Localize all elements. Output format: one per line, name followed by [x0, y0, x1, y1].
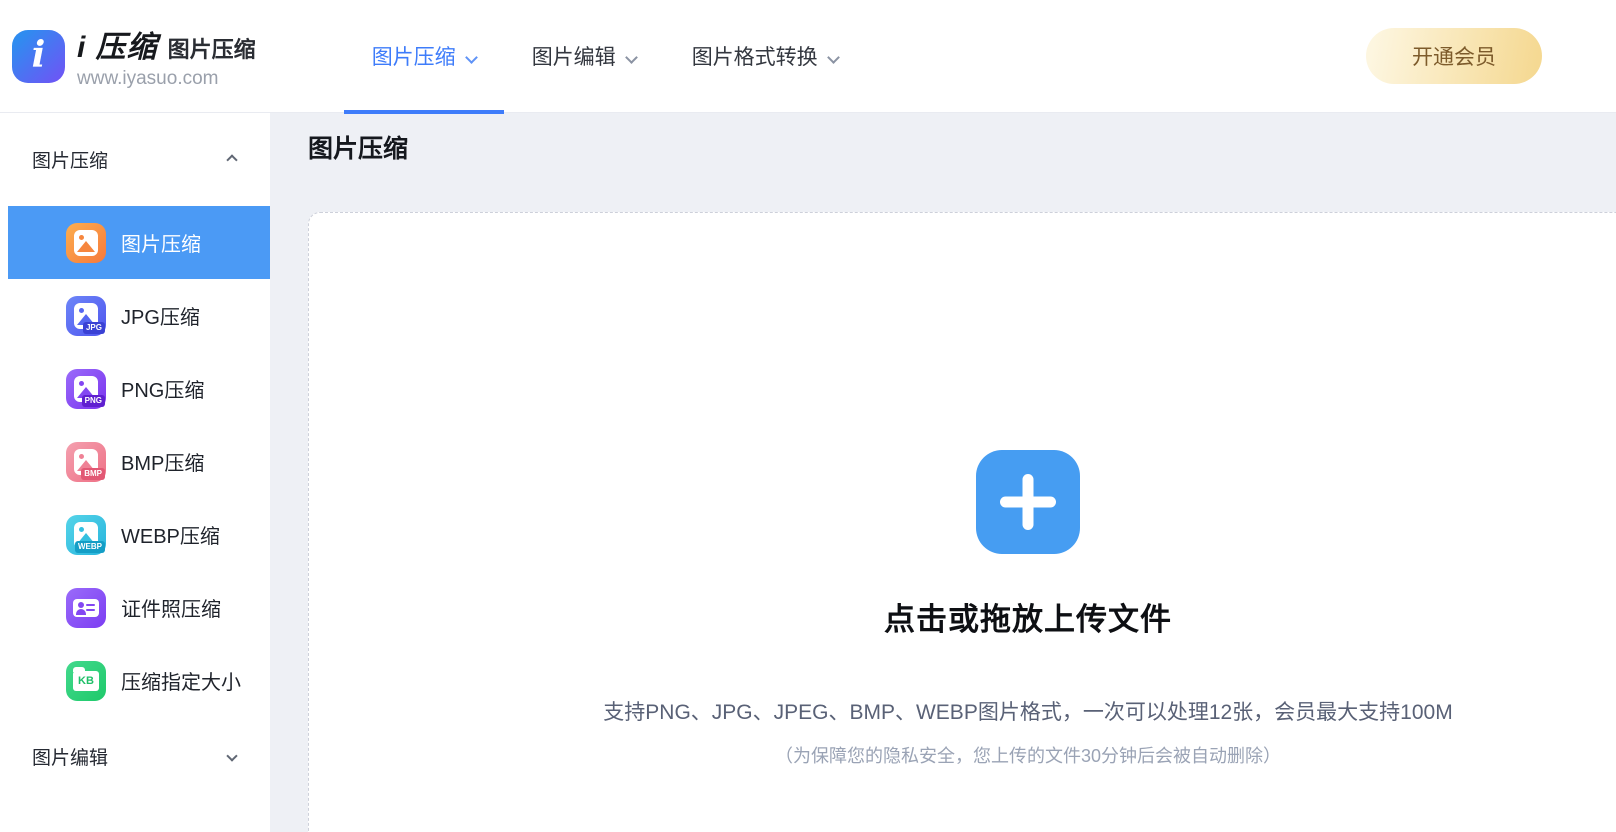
upload-support-text: 支持PNG、JPG、JPEG、BMP、WEBP图片格式，一次可以处理12张，会员… [603, 701, 1453, 724]
sidebar-item-bmp-compress[interactable]: BMP BMP压缩 [0, 425, 270, 498]
logo-letter: i [31, 33, 46, 76]
sidebar: 图片压缩 图片压缩 JPG JPG压缩 PNG PNG压缩 BMP BMP压缩 [0, 113, 270, 832]
sidebar-item-label: JPG压缩 [121, 307, 200, 329]
upload-dropzone[interactable]: 点击或拖放上传文件 支持PNG、JPG、JPEG、BMP、WEBP图片格式，一次… [308, 212, 1616, 832]
sidebar-item-compress-to-size[interactable]: KB 压缩指定大小 [0, 644, 270, 717]
sidebar-section-label: 图片编辑 [32, 747, 109, 769]
format-badge: PNG [81, 394, 105, 407]
sidebar-item-label: WEBP压缩 [121, 526, 220, 548]
upload-privacy-text: （为保障您的隐私安全，您上传的文件30分钟后会被自动删除） [774, 746, 1282, 766]
sidebar-item-png-compress[interactable]: PNG PNG压缩 [0, 352, 270, 425]
nav-tab-label: 图片编辑 [531, 46, 616, 69]
brand-subtitle: 图片压缩 [167, 37, 256, 62]
nav-tab-image-edit[interactable]: 图片编辑 [504, 0, 664, 113]
image-compress-icon [66, 222, 106, 263]
jpg-compress-icon: JPG [66, 295, 106, 336]
sidebar-item-label: BMP压缩 [121, 453, 205, 475]
sidebar-section-label: 图片压缩 [32, 151, 109, 172]
sidebar-section-edit[interactable]: 图片编辑 [0, 717, 270, 795]
upload-heading: 点击或拖放上传文件 [884, 602, 1172, 637]
sidebar-item-jpg-compress[interactable]: JPG JPG压缩 [0, 279, 270, 352]
kb-badge: KB [78, 674, 94, 687]
nav-tab-label: 图片格式转换 [691, 46, 818, 69]
sidebar-section-compress[interactable]: 图片压缩 [0, 113, 270, 206]
page-title: 图片压缩 [308, 135, 409, 163]
vip-button[interactable]: 开通会员 [1366, 28, 1542, 84]
bmp-compress-icon: BMP [66, 441, 106, 482]
chevron-down-icon [464, 51, 478, 64]
header: i i 压缩 图片压缩 www.iyasuo.com 图片压缩 图片编辑 图片格… [0, 0, 1616, 114]
main-content: 图片压缩 点击或拖放上传文件 支持PNG、JPG、JPEG、BMP、WEBP图片… [270, 113, 1616, 832]
chevron-up-icon [226, 153, 238, 166]
sidebar-item-label: 证件照压缩 [121, 599, 221, 621]
id-photo-icon [66, 587, 106, 628]
sidebar-item-label: 图片压缩 [121, 234, 201, 256]
logo-text: i 压缩 图片压缩 www.iyasuo.com [77, 22, 256, 90]
png-compress-icon: PNG [66, 368, 106, 409]
chevron-down-icon [826, 51, 840, 64]
sidebar-item-id-photo-compress[interactable]: 证件照压缩 [0, 571, 270, 644]
nav-tab-label: 图片压缩 [371, 46, 456, 69]
format-badge: JPG [82, 321, 105, 334]
add-files-button[interactable] [976, 450, 1080, 554]
format-badge: BMP [81, 467, 105, 480]
site-url: www.iyasuo.com [77, 68, 219, 89]
chevron-down-icon [226, 750, 238, 762]
sidebar-item-label: PNG压缩 [121, 380, 205, 402]
sidebar-item-label: 压缩指定大小 [121, 672, 241, 694]
logo[interactable]: i i 压缩 图片压缩 www.iyasuo.com [12, 22, 256, 90]
format-badge: WEBP [75, 540, 105, 553]
webp-compress-icon: WEBP [66, 514, 106, 555]
sidebar-item-image-compress[interactable]: 图片压缩 [8, 206, 270, 279]
logo-icon: i [12, 29, 65, 83]
main-nav: 图片压缩 图片编辑 图片格式转换 [343, 0, 866, 114]
nav-tab-format-convert[interactable]: 图片格式转换 [664, 0, 866, 113]
sidebar-item-webp-compress[interactable]: WEBP WEBP压缩 [0, 498, 270, 571]
nav-tab-image-compress[interactable]: 图片压缩 [343, 0, 504, 114]
chevron-down-icon [624, 51, 638, 64]
brand-name: i 压缩 [77, 31, 158, 64]
kb-folder-icon: KB [66, 660, 106, 701]
